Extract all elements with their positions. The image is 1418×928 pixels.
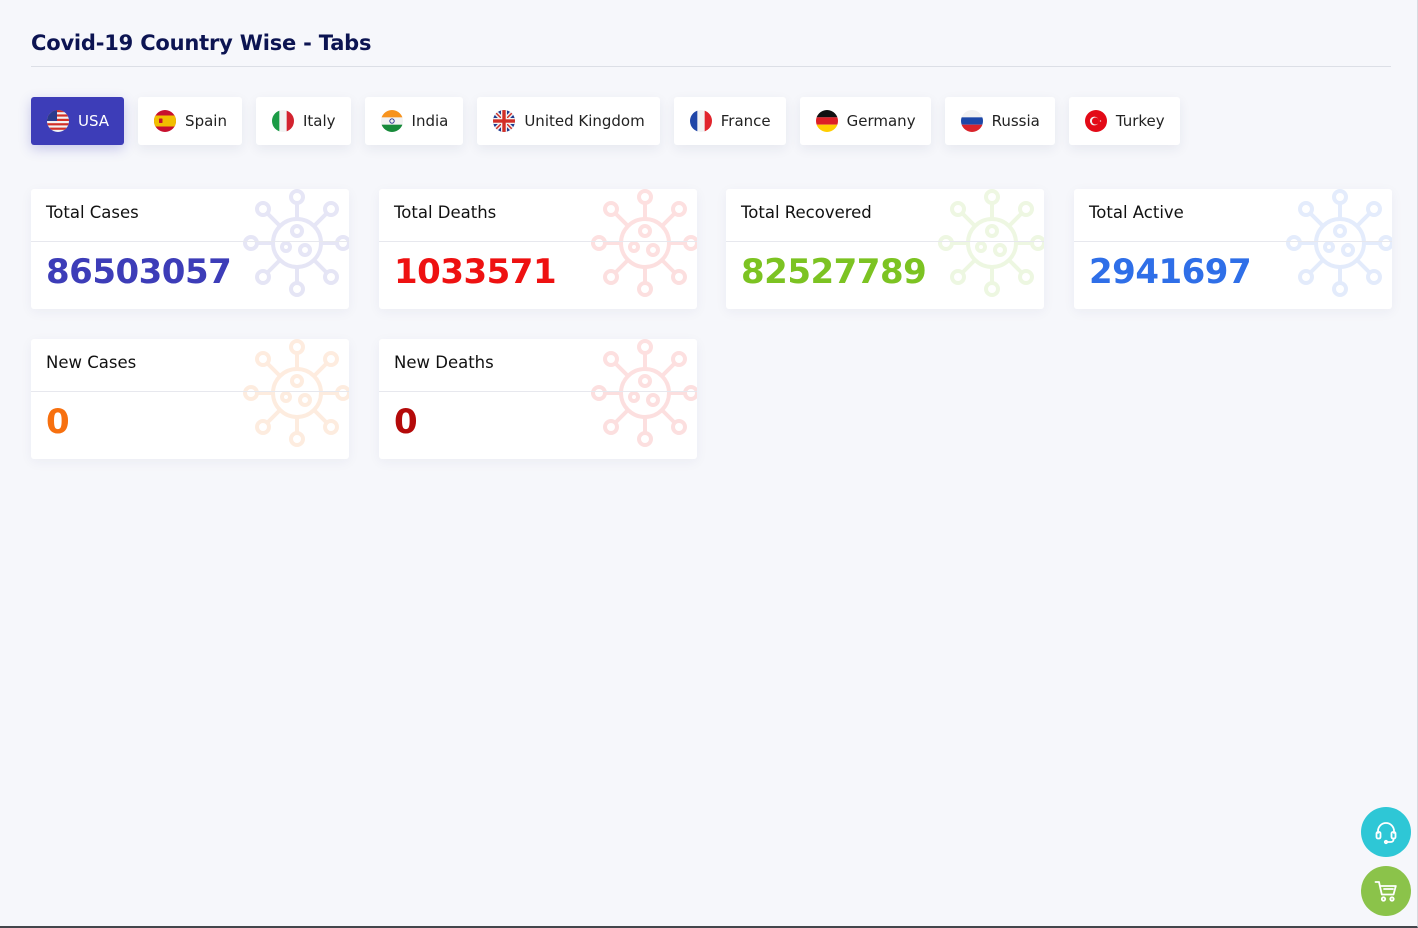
tab-turkey[interactable]: Turkey: [1068, 97, 1180, 145]
india-flag-icon: [380, 110, 403, 132]
tab-united-kingdom[interactable]: United Kingdom: [477, 97, 660, 145]
stat-title: Total Recovered: [741, 203, 872, 222]
tab-india[interactable]: India: [364, 97, 464, 145]
stat-card-new-cases: New Cases 0: [31, 339, 349, 459]
stat-value: 82527789: [741, 252, 927, 292]
germany-flag-icon: [815, 110, 838, 132]
page-title: Covid-19 Country Wise - Tabs: [31, 31, 372, 55]
stat-value: 0: [394, 402, 418, 442]
page-header: Covid-19 Country Wise - Tabs: [31, 26, 1391, 67]
france-flag-icon: [689, 110, 712, 132]
tab-label: Germany: [846, 112, 916, 130]
uk-flag-icon: [493, 110, 516, 132]
spain-flag-icon: [154, 110, 177, 132]
stat-card-total-recovered: Total Recovered 82527789: [726, 189, 1044, 309]
divider: [379, 391, 697, 392]
stat-title: Total Active: [1089, 203, 1184, 222]
tab-label: United Kingdom: [524, 112, 645, 130]
divider: [31, 391, 349, 392]
virus-icon: [243, 339, 349, 447]
headset-icon: [1375, 822, 1397, 845]
stat-card-total-deaths: Total Deaths 1033571: [379, 189, 697, 309]
tab-label: Spain: [185, 112, 227, 130]
divider: [379, 241, 697, 242]
cart-button[interactable]: [1361, 866, 1411, 916]
russia-flag-icon: [960, 110, 983, 132]
turkey-flag-icon: [1084, 110, 1107, 132]
stat-card-total-cases: Total Cases 86503057: [31, 189, 349, 309]
tab-italy[interactable]: Italy: [255, 97, 351, 145]
tab-label: Russia: [991, 112, 1040, 130]
page: Covid-19 Country Wise - Tabs USA Spain I…: [0, 0, 1418, 928]
virus-icon: [243, 189, 349, 297]
stat-value: 0: [46, 402, 70, 442]
tab-germany[interactable]: Germany: [799, 97, 931, 145]
stat-card-new-deaths: New Deaths 0: [379, 339, 697, 459]
tab-russia[interactable]: Russia: [944, 97, 1055, 145]
stat-value: 1033571: [394, 252, 557, 292]
tab-label: Italy: [302, 112, 336, 130]
tab-label: France: [720, 112, 771, 130]
divider: [726, 241, 1044, 242]
italy-flag-icon: [271, 110, 294, 132]
stat-title: New Cases: [46, 353, 137, 372]
stat-card-total-active: Total Active 2941697: [1074, 189, 1392, 309]
stat-title: Total Deaths: [394, 203, 497, 222]
tab-france[interactable]: France: [673, 97, 786, 145]
stat-title: New Deaths: [394, 353, 494, 372]
virus-icon: [591, 189, 697, 297]
tab-label: Turkey: [1115, 112, 1165, 130]
virus-icon: [938, 189, 1044, 297]
cart-icon: [1374, 881, 1397, 902]
us-flag-icon: [47, 110, 69, 132]
virus-icon: [1286, 189, 1392, 297]
divider: [31, 241, 349, 242]
divider: [1074, 241, 1392, 242]
tab-spain[interactable]: Spain: [138, 97, 242, 145]
support-button[interactable]: [1361, 807, 1411, 857]
stat-value: 2941697: [1089, 252, 1252, 292]
country-tabs: USA Spain Italy India United Kingdom Fra…: [31, 97, 1180, 145]
tab-label: India: [411, 112, 449, 130]
tab-label: USA: [78, 112, 110, 130]
stat-value: 86503057: [46, 252, 232, 292]
stat-title: Total Cases: [46, 203, 139, 222]
tab-usa[interactable]: USA: [31, 97, 125, 145]
virus-icon: [591, 339, 697, 447]
